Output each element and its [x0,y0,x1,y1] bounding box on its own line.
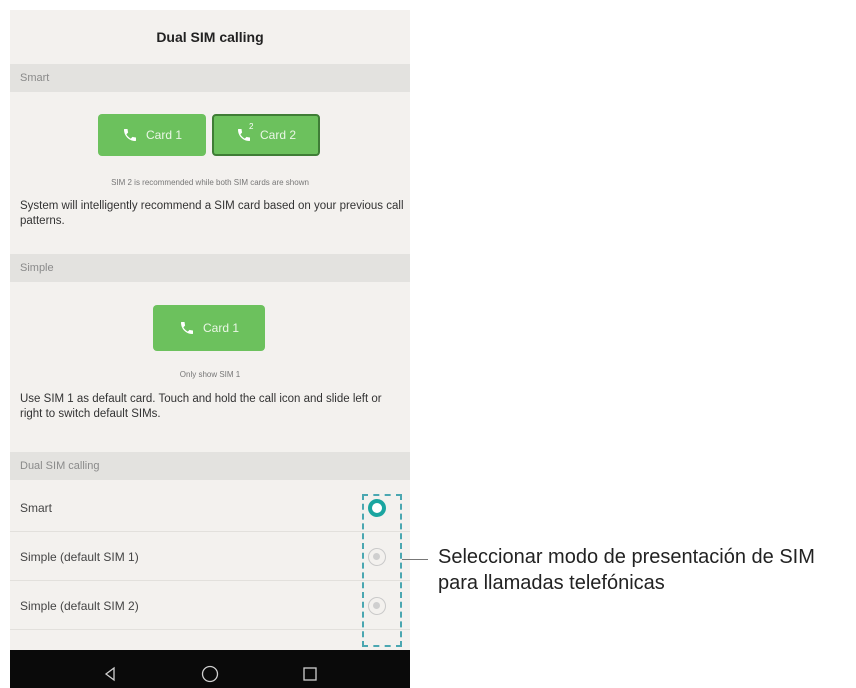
section-heading-simple: Simple [10,254,410,282]
back-icon[interactable] [100,664,120,684]
home-icon[interactable] [200,664,220,684]
section-heading-smart: Smart [10,64,410,92]
card-2-label: Card 2 [259,128,297,142]
sim-number-badge: 2 [248,122,254,131]
simple-caption: Only show SIM 1 [179,370,241,379]
option-simple-sim2[interactable]: Simple (default SIM 2) [10,582,410,630]
simple-description: Use SIM 1 as default card. Touch and hol… [20,393,382,420]
smart-description: System will intelligently recommend a SI… [20,200,404,227]
section-heading-dual-sim: Dual SIM calling [10,452,410,480]
option-label: Simple (default SIM 2) [20,598,139,613]
annotation-text: Seleccionar modo de presentación de SIM … [438,546,815,594]
recents-icon[interactable] [300,664,320,684]
option-label: Smart [20,500,53,515]
navigation-bar [10,650,410,688]
option-simple-sim1[interactable]: Simple (default SIM 1) [10,533,410,581]
card-1-button-smart[interactable]: Card 1 [98,114,206,156]
option-smart[interactable]: Smart [10,484,410,532]
phone-icon [179,320,195,336]
annotation-leader-line [402,559,428,560]
card-2-button-smart[interactable]: 2 Card 2 [212,114,320,156]
card-1-label: Card 1 [202,321,240,335]
phone-icon [122,127,138,143]
page-title: Dual SIM calling [10,10,410,64]
card-1-label: Card 1 [145,128,183,142]
phone-icon: 2 [236,122,253,143]
phone-screen: Dual SIM calling Smart Card 1 2 Card 2 S… [10,10,410,688]
option-label: Simple (default SIM 1) [20,549,139,564]
smart-caption: SIM 2 is recommended while both SIM card… [111,178,309,187]
radio-highlight-box [362,494,402,647]
card-1-button-simple[interactable]: Card 1 [153,305,265,351]
